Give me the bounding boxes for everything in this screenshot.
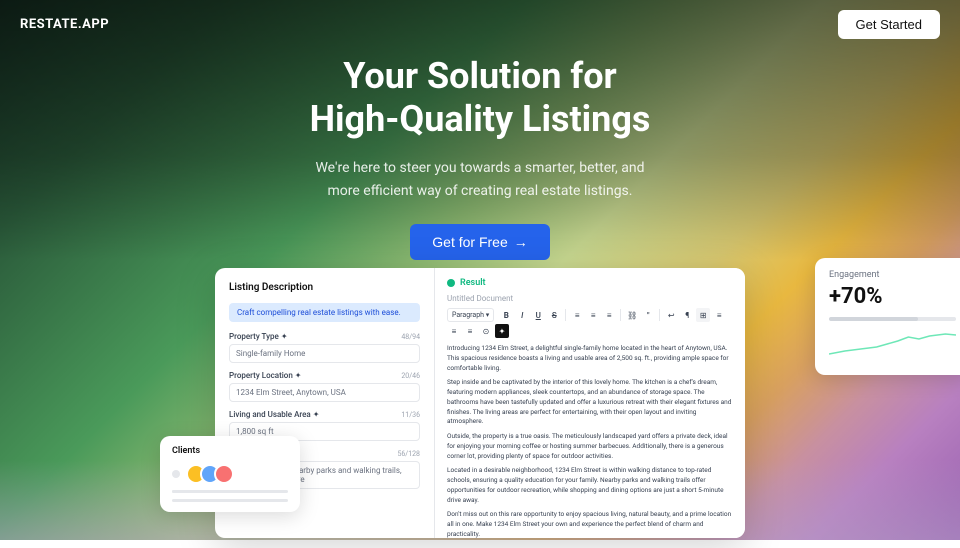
clients-row [172,464,288,484]
emoji-button[interactable]: ⊙ [479,324,493,338]
list-button[interactable]: ≡ [712,308,726,322]
living-area-label: Living and Usable Area ✦ [229,410,319,419]
hero-cta-arrow: → [514,234,528,250]
doc-title: Untitled Document [447,294,733,303]
align-right-button[interactable]: ≡ [602,308,616,322]
result-header: Result [447,278,733,288]
clients-bar2-container [172,499,288,502]
toolbar-divider-2 [620,309,621,321]
clients-title: Clients [172,446,288,456]
align-center-button[interactable]: ≡ [586,308,600,322]
property-location-label: Property Location ✦ [229,371,301,380]
client-avatar-3 [214,464,234,484]
property-type-label: Property Type ✦ [229,332,288,341]
property-location-group: Property Location ✦ 20/46 1234 Elm Stree… [229,371,420,402]
redo-button[interactable]: ¶ [680,308,694,322]
undo-button[interactable]: ↩ [664,308,678,322]
property-type-counter: 48/94 [401,333,420,341]
engagement-card: Engagement +70% [815,258,960,375]
clients-card: Clients [160,436,300,512]
clients-bar-2 [172,499,288,502]
living-area-counter: 11/36 [401,411,420,419]
brand-logo: RESTATE.APP [20,17,109,32]
toolbar: Paragraph ▾ B I U S ≡ ≡ ≡ ⛓ " ↩ ¶ ⊞ ≡ ≡ … [447,308,733,338]
result-label: Result [460,278,486,288]
doc-para-3: Outside, the property is a true oasis. T… [447,432,733,461]
right-panel: Result Untitled Document Paragraph ▾ B I… [435,268,745,538]
strikethrough-button[interactable]: S [547,308,561,322]
hero-cta-button[interactable]: Get for Free → [410,224,549,260]
toolbar-divider-3 [659,309,660,321]
ai-button[interactable]: ✦ [495,324,509,338]
paragraph-select[interactable]: Paragraph ▾ [447,308,494,322]
hero-title: Your Solution for High-Quality Listings [0,55,960,141]
hero-content: Your Solution for High-Quality Listings … [0,55,960,260]
nearby-counter: 56/128 [397,450,420,458]
navbar: RESTATE.APP Get Started [0,0,960,48]
engagement-bar-fill [829,317,918,321]
indent-button[interactable]: ≡ [463,324,477,338]
toolbar-divider-1 [565,309,566,321]
property-location-input[interactable]: 1234 Elm Street, Anytown, USA [229,383,420,402]
craft-input[interactable]: Craft compelling real estate listings wi… [229,303,420,322]
engagement-value: +70% [829,284,956,309]
clients-bar [172,490,288,493]
listing-description-title: Listing Description [229,282,420,293]
engagement-title: Engagement [829,270,956,280]
result-dot [447,279,455,287]
client-avatars [186,464,234,484]
doc-para-5: Don't miss out on this rare opportunity … [447,510,733,538]
bold-button[interactable]: B [499,308,513,322]
engagement-chart [829,329,956,359]
link-button[interactable]: ⛓ [625,308,639,322]
hero-subtitle: We're here to steer you towards a smarte… [300,157,660,202]
table-button[interactable]: ⊞ [696,308,710,322]
quote-button[interactable]: " [641,308,655,322]
clients-bar-fill [172,490,236,493]
doc-para-1: Introducing 1234 Elm Street, a delightfu… [447,344,733,373]
hero-cta-label: Get for Free [432,234,507,250]
get-started-button[interactable]: Get Started [838,10,940,39]
engagement-bar [829,317,956,321]
doc-para-2: Step inside and be captivated by the int… [447,378,733,427]
property-type-group: Property Type ✦ 48/94 Single-family Home [229,332,420,363]
italic-button[interactable]: I [515,308,529,322]
app-preview: Listing Description Craft compelling rea… [215,268,960,548]
ordered-list-button[interactable]: ≡ [447,324,461,338]
doc-para-4: Located in a desirable neighborhood, 123… [447,466,733,505]
align-left-button[interactable]: ≡ [570,308,584,322]
property-location-counter: 20/46 [401,372,420,380]
client-status-dot [172,470,180,478]
doc-body: Introducing 1234 Elm Street, a delightfu… [447,344,733,538]
property-type-input[interactable]: Single-family Home [229,344,420,363]
underline-button[interactable]: U [531,308,545,322]
